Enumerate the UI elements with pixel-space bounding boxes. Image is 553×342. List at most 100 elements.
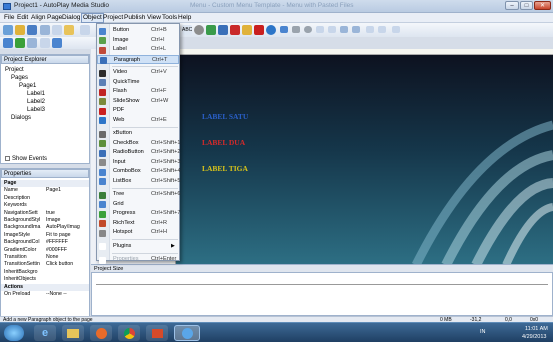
image-tool-icon[interactable] bbox=[206, 25, 216, 35]
new-project-icon[interactable] bbox=[3, 25, 13, 35]
copy-icon[interactable] bbox=[52, 25, 62, 35]
tree-label2[interactable]: Label2 bbox=[27, 99, 45, 106]
language-indicator[interactable]: IN bbox=[480, 329, 486, 335]
progress-tool-icon[interactable] bbox=[366, 26, 374, 33]
build-icon[interactable] bbox=[40, 38, 50, 48]
menu-item-plugins[interactable]: Plugins ▶ bbox=[97, 242, 179, 252]
menu-item-paragraph[interactable]: Paragraph Ctrl+T bbox=[97, 54, 179, 64]
menu-item-xbutton[interactable]: xButton bbox=[97, 129, 179, 139]
property-row[interactable]: GradientColor #000FFF bbox=[1, 247, 89, 254]
property-value[interactable]: true bbox=[46, 210, 88, 217]
paste-icon[interactable] bbox=[64, 25, 74, 35]
taskbar-ie-icon[interactable]: e bbox=[34, 325, 56, 341]
property-row[interactable]: BackgroundIma AutoPlay\Imag bbox=[1, 224, 89, 231]
menu-item-progress[interactable]: Progress Ctrl+Shift+7 bbox=[97, 209, 181, 219]
property-row[interactable]: BackgroundCol #FFFFFF bbox=[1, 239, 89, 246]
menu-page[interactable]: Page bbox=[47, 14, 62, 21]
menu-tools[interactable]: Tools bbox=[162, 14, 177, 21]
property-row[interactable]: NavigationSett true bbox=[1, 210, 89, 217]
tree-page1[interactable]: Page1 bbox=[19, 83, 36, 90]
tree-label3[interactable]: Label3 bbox=[27, 107, 45, 114]
menu-help[interactable]: Help bbox=[178, 14, 191, 21]
property-value[interactable]: AutoPlay\Imag bbox=[46, 224, 88, 231]
clock-date[interactable]: 4/29/2013 bbox=[522, 334, 546, 340]
quicktime-tool-icon[interactable] bbox=[218, 25, 228, 35]
menu-item-slideshow[interactable]: SlideShow Ctrl+W bbox=[97, 97, 179, 107]
menu-item-hotspot[interactable]: Hotspot Ctrl+H bbox=[97, 228, 179, 238]
preview-icon[interactable] bbox=[27, 38, 37, 48]
menu-item-combobox[interactable]: ComboBox Ctrl+Shift+4 bbox=[97, 167, 181, 177]
clock-time[interactable]: 11:01 AM bbox=[525, 326, 548, 332]
property-value[interactable]: None bbox=[46, 254, 88, 261]
pdf-tool-icon[interactable] bbox=[254, 25, 264, 35]
radio-tool-icon[interactable] bbox=[304, 26, 312, 33]
property-value[interactable]: Image bbox=[46, 217, 88, 224]
property-value[interactable]: Fit to page bbox=[46, 232, 88, 239]
undo-icon[interactable] bbox=[80, 25, 90, 35]
tree-project[interactable]: Project bbox=[5, 67, 24, 74]
property-row[interactable]: InheritObjects bbox=[1, 276, 89, 283]
taskbar-media-icon[interactable] bbox=[90, 325, 112, 341]
input-tool-icon[interactable] bbox=[280, 26, 288, 33]
menu-item-grid[interactable]: Grid bbox=[97, 200, 179, 210]
menu-dialog[interactable]: Dialog bbox=[62, 14, 80, 21]
menu-item-video[interactable]: Video Ctrl+V bbox=[97, 68, 179, 78]
property-value[interactable]: --None -- bbox=[46, 291, 88, 298]
menu-item-input[interactable]: Input Ctrl+Shift+3 bbox=[97, 158, 181, 168]
minimize-button[interactable]: – bbox=[505, 1, 519, 10]
property-section[interactable]: Page bbox=[1, 180, 89, 187]
tree-label1[interactable]: Label1 bbox=[27, 91, 45, 98]
taskbar-paint-icon[interactable] bbox=[146, 325, 168, 341]
property-value[interactable]: Click button bbox=[46, 261, 88, 268]
save-icon[interactable] bbox=[27, 25, 37, 35]
menu-item-web[interactable]: Web Ctrl+E bbox=[97, 116, 179, 126]
slideshow-tool-icon[interactable] bbox=[242, 25, 252, 35]
label-satu[interactable]: LABEL SATU bbox=[202, 112, 248, 121]
open-icon[interactable] bbox=[15, 25, 25, 35]
menu-item-flash[interactable]: Flash Ctrl+F bbox=[97, 87, 179, 97]
combobox-tool-icon[interactable] bbox=[316, 26, 324, 33]
taskbar-chrome-icon[interactable] bbox=[118, 325, 140, 341]
menu-item-richtext[interactable]: RichText Ctrl+R bbox=[97, 219, 179, 229]
menu-item-button[interactable]: Button Ctrl+B bbox=[97, 26, 179, 36]
property-row[interactable]: ImageStyle Fit to page bbox=[1, 232, 89, 239]
close-button[interactable]: ✕ bbox=[534, 1, 551, 10]
property-row[interactable]: InheritBackgro bbox=[1, 269, 89, 276]
menu-project[interactable]: Project bbox=[103, 14, 123, 21]
menu-item-listbox[interactable]: ListBox Ctrl+Shift+5 bbox=[97, 177, 181, 187]
property-row[interactable]: Description bbox=[1, 195, 89, 202]
property-value[interactable]: Page1 bbox=[46, 187, 88, 194]
menu-item-label[interactable]: Label Ctrl+L bbox=[97, 45, 179, 55]
label-tiga[interactable]: LABEL TIGA bbox=[202, 164, 248, 173]
cut-icon[interactable] bbox=[40, 25, 50, 35]
menu-item-quicktime[interactable]: QuickTime bbox=[97, 78, 179, 88]
menu-align[interactable]: Align bbox=[31, 14, 45, 21]
menu-object[interactable]: Object bbox=[81, 13, 104, 23]
menu-item-radiobutton[interactable]: RadioButton Ctrl+Shift+2 bbox=[97, 148, 181, 158]
taskbar-autoplay-icon[interactable] bbox=[174, 325, 200, 341]
property-value[interactable]: #FFFFFF bbox=[46, 239, 88, 246]
taskbar-explorer-icon[interactable] bbox=[62, 325, 84, 341]
tree-dialogs[interactable]: Dialogs bbox=[11, 115, 31, 122]
checkbox-tool-icon[interactable] bbox=[292, 26, 300, 33]
property-row[interactable]: Keywords bbox=[1, 202, 89, 209]
tree-tool-icon[interactable] bbox=[340, 26, 348, 33]
forward-icon[interactable] bbox=[15, 38, 25, 48]
tree-pages[interactable]: Pages bbox=[11, 75, 28, 82]
show-events-checkbox[interactable]: Show Events bbox=[5, 156, 47, 163]
menu-item-properties[interactable]: Properties Ctrl+Enter bbox=[97, 255, 179, 265]
label-dua[interactable]: LABEL DUA bbox=[202, 138, 245, 147]
menu-item-checkbox[interactable]: CheckBox Ctrl+Shift+1 bbox=[97, 139, 181, 149]
property-row[interactable]: Name Page1 bbox=[1, 187, 89, 194]
menu-item-image[interactable]: Image Ctrl+I bbox=[97, 36, 179, 46]
maximize-button[interactable]: □ bbox=[520, 1, 533, 10]
grid-tool-icon[interactable] bbox=[352, 26, 360, 33]
page-canvas[interactable]: LABEL SATU LABEL DUA LABEL TIGA bbox=[176, 55, 553, 265]
menu-view[interactable]: View bbox=[147, 14, 161, 21]
menu-edit[interactable]: Edit bbox=[17, 14, 28, 21]
web-tool-icon[interactable] bbox=[266, 25, 276, 35]
start-button[interactable] bbox=[4, 325, 24, 341]
menu-publish[interactable]: Publish bbox=[124, 14, 145, 21]
property-section[interactable]: Actions bbox=[1, 283, 89, 291]
property-row[interactable]: BackgroundStyl Image bbox=[1, 217, 89, 224]
